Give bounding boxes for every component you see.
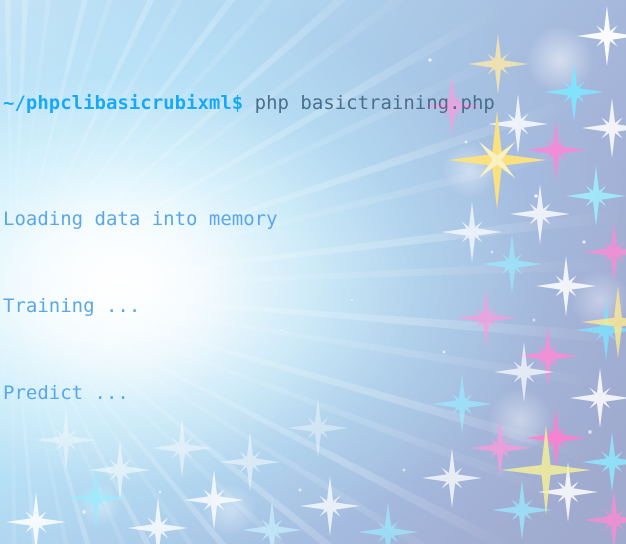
status-line-predict: Predict ...	[3, 379, 626, 408]
status-line-training: Training ...	[3, 292, 626, 321]
status-text: Loading data into memory	[3, 208, 278, 230]
status-text: Training ...	[3, 295, 141, 317]
status-line-loading: Loading data into memory	[3, 205, 626, 234]
shell-command: php basictraining.php	[243, 92, 495, 114]
command-line: ~/phpclibasicrubixml$ php basictraining.…	[3, 89, 626, 118]
status-text: Predict ...	[3, 382, 129, 404]
shell-prompt: ~/phpclibasicrubixml$	[3, 92, 244, 114]
terminal-window: ~/phpclibasicrubixml$ php basictraining.…	[0, 0, 626, 544]
terminal-output-area[interactable]: ~/phpclibasicrubixml$ php basictraining.…	[3, 2, 626, 544]
